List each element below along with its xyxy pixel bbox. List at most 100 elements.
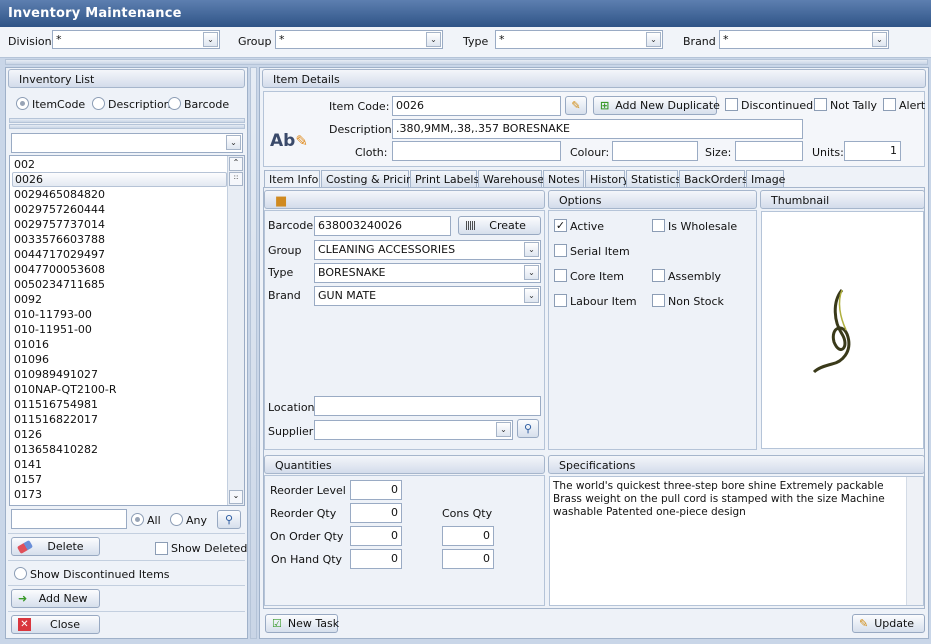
item-code-input[interactable]: 0026 [392, 96, 561, 116]
specifications-textarea[interactable]: The world's quickest three-step bore shi… [549, 476, 924, 606]
active-checkbox[interactable]: ✓ [554, 219, 567, 232]
list-item[interactable]: 0141 [12, 457, 227, 472]
supplier-search-button[interactable]: ⚲ [517, 419, 539, 438]
barcode-input[interactable]: 638003240026 [314, 216, 451, 236]
tab-print-labels[interactable]: Print Labels [410, 170, 479, 188]
tab-costing-pricing[interactable]: Costing & Pricing [321, 170, 420, 188]
list-item[interactable]: 013658410282 [12, 442, 227, 457]
spec-scrollbar[interactable] [906, 477, 923, 605]
radio-itemcode[interactable] [16, 97, 29, 110]
vertical-splitter[interactable] [250, 67, 257, 639]
on-hand-input[interactable]: 0 [350, 549, 402, 569]
labour-item-checkbox[interactable] [554, 294, 567, 307]
list-item[interactable]: 0047700053608 [12, 262, 227, 277]
group-select[interactable]: * ⌄ [275, 30, 443, 49]
list-item[interactable]: 011516822017 [12, 412, 227, 427]
radio-all[interactable] [131, 513, 144, 526]
type-field-select[interactable]: BORESNAKE ⌄ [314, 263, 541, 283]
wholesale-checkbox[interactable] [652, 219, 665, 232]
list-item[interactable]: 0173 [12, 487, 227, 502]
on-order-input[interactable]: 0 [350, 526, 402, 546]
tab-notes[interactable]: Notes [543, 170, 584, 188]
scroll-up-icon[interactable]: ⌃ [229, 157, 243, 171]
chevron-down-icon[interactable]: ⌄ [524, 242, 539, 257]
brand-select[interactable]: * ⌄ [719, 30, 889, 49]
search-input[interactable] [11, 509, 127, 529]
supplier-select[interactable]: ⌄ [314, 420, 513, 440]
delete-button[interactable]: Delete [11, 537, 100, 556]
search-button[interactable]: ⚲ [217, 510, 241, 529]
on-hand-cons-input[interactable]: 0 [442, 549, 494, 569]
chevron-down-icon[interactable]: ⌄ [646, 32, 661, 47]
description-input[interactable]: .380,9MM,.38,.357 BORESNAKE [392, 119, 803, 139]
list-scrollbar[interactable]: ⌃ :: ⌄ [227, 156, 244, 505]
assembly-checkbox[interactable] [652, 269, 665, 282]
new-task-button[interactable]: ☑ New Task [265, 614, 339, 633]
radio-any[interactable] [170, 513, 183, 526]
splitter[interactable] [9, 118, 245, 123]
list-item[interactable]: 0157 [12, 472, 227, 487]
serial-item-checkbox[interactable] [554, 244, 567, 257]
list-item[interactable]: 010NAP-QT2100-R [12, 382, 227, 397]
list-item[interactable]: 010-11951-00 [12, 322, 227, 337]
list-item[interactable]: 0029757260444 [12, 202, 227, 217]
core-item-checkbox[interactable] [554, 269, 567, 282]
reorder-qty-input[interactable]: 0 [350, 503, 402, 523]
brand-field-select[interactable]: GUN MATE ⌄ [314, 286, 541, 306]
on-order-cons-input[interactable]: 0 [442, 526, 494, 546]
radio-barcode[interactable] [168, 97, 181, 110]
chevron-down-icon[interactable]: ⌄ [524, 288, 539, 303]
list-item[interactable]: 010989491027 [12, 367, 227, 382]
tab-backorders[interactable]: BackOrders [679, 170, 748, 188]
list-item[interactable]: 0029757737014 [12, 217, 227, 232]
scroll-thumb[interactable]: :: [229, 172, 243, 186]
chevron-down-icon[interactable]: ⌄ [226, 135, 241, 150]
list-item[interactable]: 01016 [12, 337, 227, 352]
scroll-down-icon[interactable]: ⌄ [229, 490, 243, 504]
division-select[interactable]: * ⌄ [52, 30, 220, 49]
list-item[interactable]: 01096 [12, 352, 227, 367]
alert-checkbox[interactable] [883, 98, 896, 111]
inventory-list[interactable]: 002 0026 0029465084820 0029757260444 0029757… [9, 155, 245, 506]
chevron-down-icon[interactable]: ⌄ [203, 32, 218, 47]
non-stock-checkbox[interactable] [652, 294, 665, 307]
tab-statistics[interactable]: Statistics [626, 170, 681, 188]
group-field-select[interactable]: CLEANING ACCESSORIES ⌄ [314, 240, 541, 260]
list-item[interactable]: 0126 [12, 427, 227, 442]
radio-description[interactable] [92, 97, 105, 110]
list-item[interactable]: 0044717029497 [12, 247, 227, 262]
show-discontinued-radio[interactable] [14, 567, 27, 580]
list-item[interactable]: 002 [12, 157, 227, 172]
location-input[interactable] [314, 396, 541, 416]
colour-input[interactable] [612, 141, 698, 161]
add-new-duplicate-button[interactable]: ⊞ Add New Duplicate [593, 96, 720, 115]
tab-image[interactable]: Image [746, 170, 785, 188]
list-item[interactable]: 0026 [12, 172, 227, 187]
chevron-down-icon[interactable]: ⌄ [496, 422, 511, 437]
list-item[interactable]: 011516754981 [12, 397, 227, 412]
size-input[interactable] [735, 141, 803, 161]
chevron-down-icon[interactable]: ⌄ [524, 265, 539, 280]
discontinued-checkbox[interactable] [725, 98, 738, 111]
reorder-level-input[interactable]: 0 [350, 480, 402, 500]
tab-warehouse[interactable]: Warehouse [478, 170, 544, 188]
add-new-button[interactable]: ➜ Add New [11, 589, 100, 608]
update-button[interactable]: ✎ Update [852, 614, 925, 633]
create-barcode-button[interactable]: ||||| Create [458, 216, 541, 235]
list-item[interactable]: 010-11793-00 [12, 307, 227, 322]
chevron-down-icon[interactable]: ⌄ [426, 32, 441, 47]
type-select[interactable]: * ⌄ [495, 30, 663, 49]
horizontal-splitter[interactable] [5, 59, 928, 65]
tab-history[interactable]: History [585, 170, 629, 188]
list-item[interactable]: 0050234711685 [12, 277, 227, 292]
show-deleted-checkbox[interactable] [155, 542, 168, 555]
list-item[interactable]: 0029465084820 [12, 187, 227, 202]
units-input[interactable]: 1 [844, 141, 901, 161]
edit-code-button[interactable]: ✎ [565, 96, 587, 115]
close-button[interactable]: ✕ Close [11, 615, 100, 634]
list-item[interactable]: 0033576603788 [12, 232, 227, 247]
chevron-down-icon[interactable]: ⌄ [872, 32, 887, 47]
not-tally-checkbox[interactable] [814, 98, 827, 111]
list-item[interactable]: 0092 [12, 292, 227, 307]
cloth-input[interactable] [392, 141, 561, 161]
